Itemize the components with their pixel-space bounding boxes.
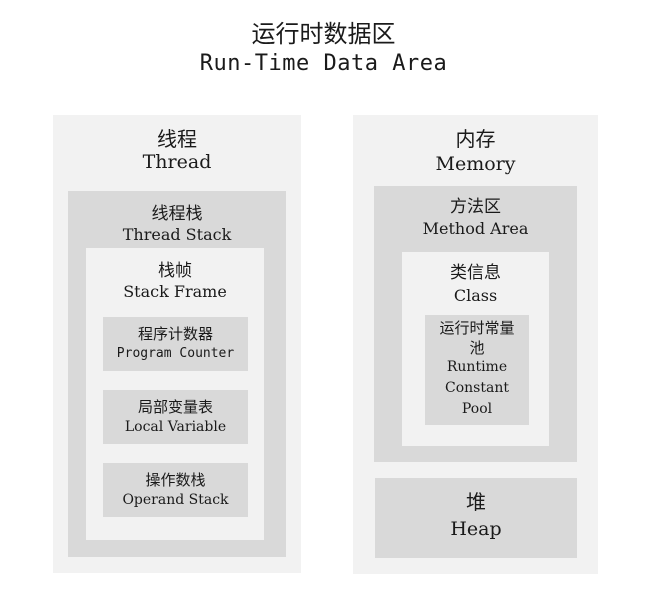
constant-pool-label-en-line1: Runtime xyxy=(446,359,508,375)
thread-stack-label-zh: 线程栈 xyxy=(151,204,203,224)
constant-pool-label-en-line2: Constant xyxy=(445,380,509,396)
thread-panel: 线程 Thread 线程栈 Thread Stack 栈帧 Stack Fram… xyxy=(53,115,301,573)
heap-label-zh: 堆 xyxy=(466,490,486,514)
program-counter-label-zh: 程序计数器 xyxy=(137,325,213,343)
memory-label-en: Memory xyxy=(435,153,516,175)
heap-box: 堆 Heap xyxy=(375,478,577,558)
memory-panel: 内存 Memory 方法区 Method Area 类信息 Class 运行时常… xyxy=(353,115,598,574)
operand-stack-label-en: Operand Stack xyxy=(122,492,229,508)
method-area-label-zh: 方法区 xyxy=(450,197,501,217)
title-en: Run-Time Data Area xyxy=(199,51,448,76)
local-variable-label-zh: 局部变量表 xyxy=(137,398,213,416)
stack-frame-label-zh: 栈帧 xyxy=(158,261,192,281)
constant-pool-label-zh-line1: 运行时常量 xyxy=(439,319,515,337)
program-counter-label-en: Program Counter xyxy=(116,346,235,361)
operand-stack-label-zh: 操作数栈 xyxy=(145,471,206,489)
memory-label-zh: 内存 xyxy=(455,127,496,151)
method-area-box: 方法区 Method Area 类信息 Class 运行时常量 池 Runtim… xyxy=(374,186,577,462)
thread-label-zh: 线程 xyxy=(157,127,197,151)
constant-pool-label-en-line3: Pool xyxy=(461,401,493,417)
class-box: 类信息 Class 运行时常量 池 Runtime Constant Pool xyxy=(402,252,549,446)
title-zh: 运行时数据区 xyxy=(251,20,396,48)
class-label-zh: 类信息 xyxy=(450,263,501,283)
operand-stack-box: 操作数栈 Operand Stack xyxy=(103,463,248,517)
constant-pool-box: 运行时常量 池 Runtime Constant Pool xyxy=(425,315,529,425)
stack-frame-box: 栈帧 Stack Frame 程序计数器 Program Counter 局部变… xyxy=(86,248,264,540)
constant-pool-label-zh-line2: 池 xyxy=(469,339,485,357)
thread-label-en: Thread xyxy=(142,151,212,173)
method-area-label-en: Method Area xyxy=(422,219,529,238)
thread-stack-box: 线程栈 Thread Stack 栈帧 Stack Frame 程序计数器 Pr… xyxy=(68,191,286,557)
class-label-en: Class xyxy=(453,286,498,305)
program-counter-box: 程序计数器 Program Counter xyxy=(103,317,248,371)
local-variable-label-en: Local Variable xyxy=(124,419,227,435)
local-variable-box: 局部变量表 Local Variable xyxy=(103,390,248,444)
heap-label-en: Heap xyxy=(450,518,502,540)
diagram-title: 运行时数据区 Run-Time Data Area xyxy=(0,14,647,76)
thread-stack-label-en: Thread Stack xyxy=(122,225,232,244)
stack-frame-label-en: Stack Frame xyxy=(123,282,227,301)
